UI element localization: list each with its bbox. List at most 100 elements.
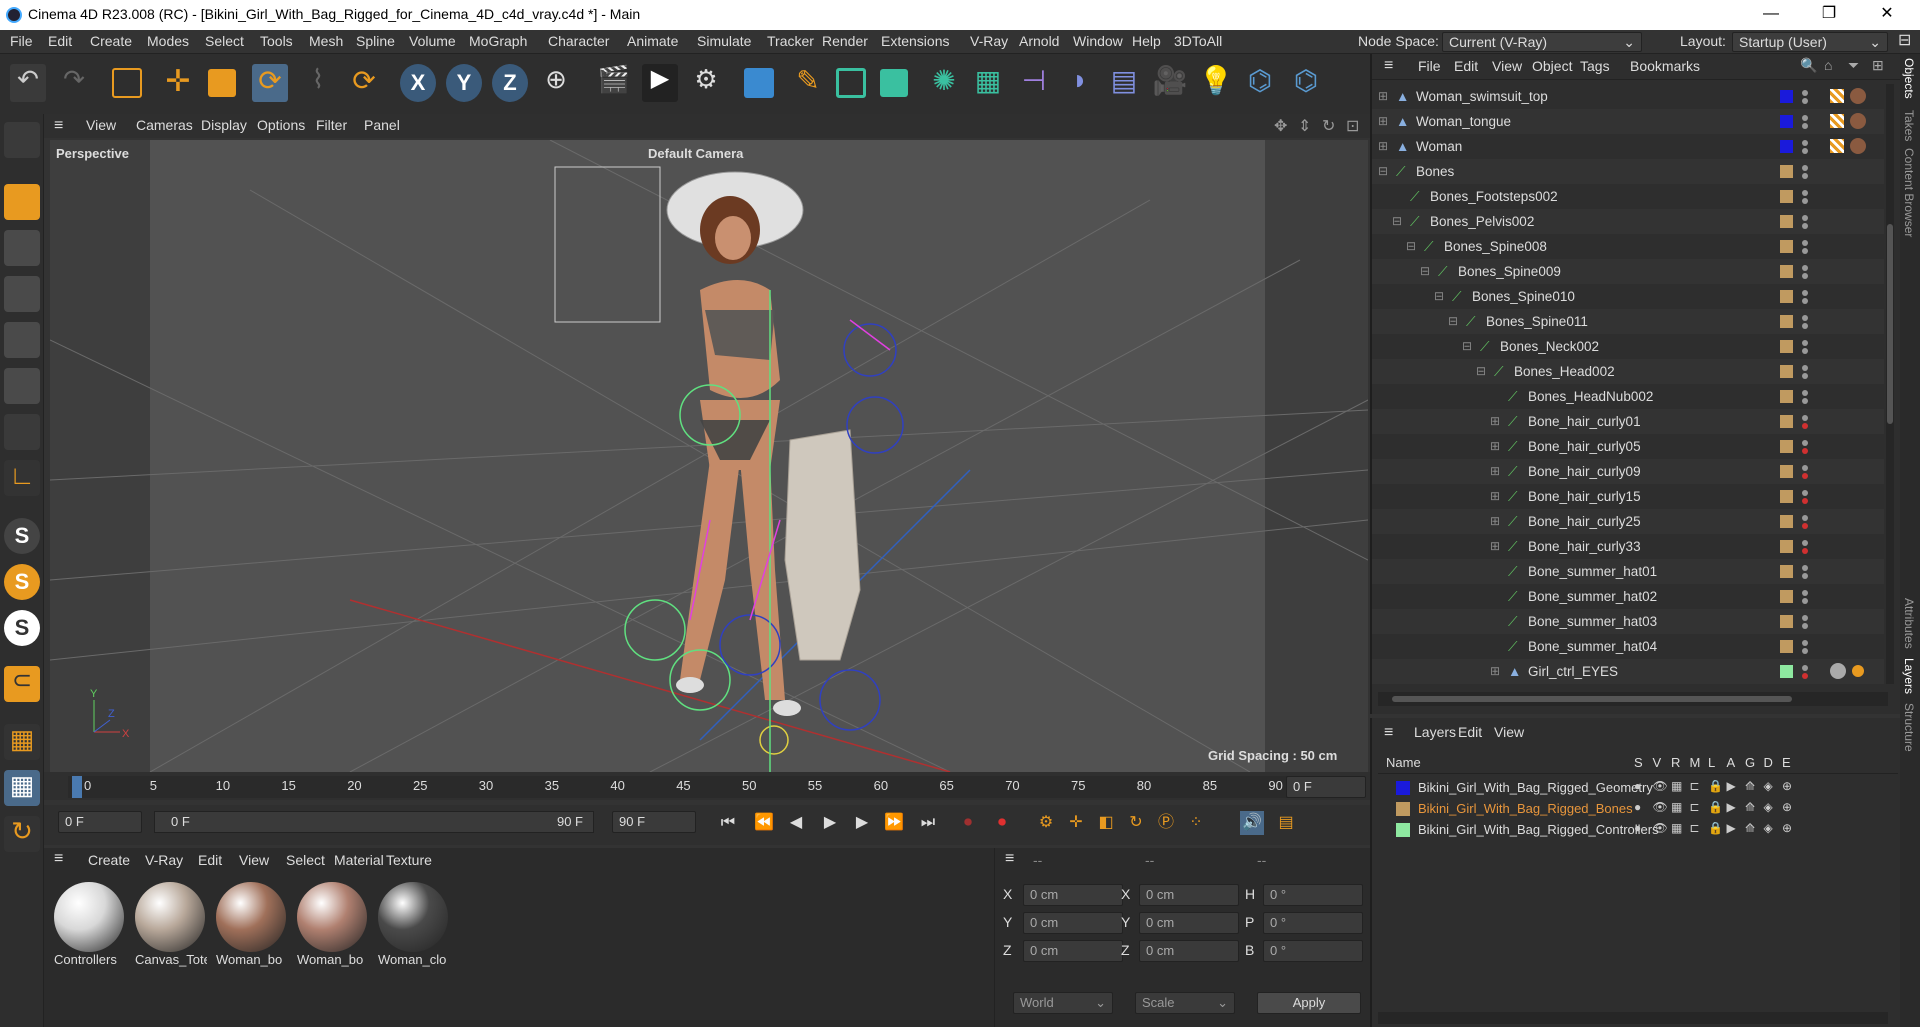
object-row-bone-hair-curly33[interactable]: ⊞ ⟋ Bone_hair_curly33	[1372, 534, 1884, 559]
layer-visible-icon[interactable]: 👁	[1653, 821, 1668, 835]
layer-color-swatch[interactable]	[1780, 290, 1793, 303]
side-tab-structure[interactable]: Structure	[1902, 703, 1916, 752]
layer-color-swatch[interactable]	[1780, 440, 1793, 453]
phong-tag-icon[interactable]	[1830, 114, 1844, 128]
side-tab-objects[interactable]: Objects	[1902, 58, 1916, 99]
scale-mode-dropdown[interactable]: Scale ⌄	[1135, 992, 1235, 1014]
render-visibility-dot[interactable]	[1802, 323, 1808, 329]
object-row-bone-summer-hat01[interactable]: ⟋ Bone_summer_hat01	[1372, 559, 1884, 584]
layer-color-swatch[interactable]	[1780, 390, 1793, 403]
editor-visibility-dot[interactable]	[1802, 240, 1808, 246]
object-row-bones-pelvis002[interactable]: ⊟ ⟋ Bones_Pelvis002	[1372, 209, 1884, 234]
render-visibility-dot[interactable]	[1802, 423, 1808, 429]
editor-visibility-dot[interactable]	[1802, 90, 1808, 96]
apply-button[interactable]: Apply	[1257, 992, 1361, 1014]
render-visibility-dot[interactable]	[1802, 223, 1808, 229]
object-row-bone-hair-curly15[interactable]: ⊞ ⟋ Bone_hair_curly15	[1372, 484, 1884, 509]
pen-spline-icon[interactable]: ✎	[790, 64, 826, 102]
filter-icon[interactable]: ⏷	[1848, 57, 1859, 74]
layer-locked-icon[interactable]: 🔒	[1708, 779, 1723, 793]
hamburger-icon[interactable]: ≡	[1384, 57, 1393, 75]
search-icon[interactable]: 🔍	[1800, 57, 1817, 74]
close-button[interactable]: ✕	[1864, 0, 1910, 30]
polygons-mode-icon[interactable]	[4, 368, 40, 404]
coord-field[interactable]: 0 cm	[1139, 940, 1239, 962]
object-row-bone-hair-curly05[interactable]: ⊞ ⟋ Bone_hair_curly05	[1372, 434, 1884, 459]
editor-visibility-dot[interactable]	[1802, 315, 1808, 321]
layer-color-swatch[interactable]	[1780, 565, 1793, 578]
coord-field[interactable]: 0 cm	[1139, 884, 1239, 906]
next-key-icon[interactable]: ⏩	[882, 811, 906, 835]
hamburger-icon[interactable]: ≡	[54, 117, 63, 135]
render-visibility-dot[interactable]	[1802, 398, 1808, 404]
layer-color-swatch[interactable]	[1780, 465, 1793, 478]
expand-toggle-icon[interactable]: ⊞	[1490, 664, 1500, 678]
coord-field[interactable]: 0 °	[1263, 940, 1363, 962]
material-menu-material[interactable]: Material	[334, 852, 384, 868]
visibility-dots[interactable]	[1802, 388, 1808, 405]
object-row-woman-swimsuit-top[interactable]: ⊞ ▲ Woman_swimsuit_top	[1372, 84, 1884, 109]
home-icon[interactable]: ⌂	[1824, 57, 1832, 73]
viewport-menu-options[interactable]: Options	[257, 117, 305, 133]
layer-expressions-icon[interactable]: ⊕	[1782, 821, 1792, 835]
visibility-dots[interactable]	[1802, 88, 1808, 105]
menu-tools[interactable]: Tools	[260, 33, 293, 49]
side-tab-takes[interactable]: Takes	[1902, 110, 1916, 141]
editor-visibility-dot[interactable]	[1802, 515, 1808, 521]
visibility-dots[interactable]	[1802, 613, 1808, 630]
record-keys-icon[interactable]: ⏺	[956, 811, 980, 835]
minimize-button[interactable]: —	[1748, 0, 1794, 30]
object-menu-bookmarks[interactable]: Bookmarks	[1630, 58, 1700, 74]
render-visibility-dot[interactable]	[1802, 623, 1808, 629]
scale-icon[interactable]	[208, 69, 236, 97]
material-swatch[interactable]: Woman_bo	[216, 882, 288, 974]
coord-field[interactable]: 0 °	[1263, 884, 1363, 906]
object-menu-edit[interactable]: Edit	[1454, 58, 1478, 74]
move-icon[interactable]: ✛	[160, 64, 196, 102]
expand-toggle-icon[interactable]: ⊟	[1378, 164, 1388, 178]
render-visibility-dot[interactable]	[1802, 523, 1808, 529]
visibility-dots[interactable]	[1802, 563, 1808, 580]
side-tab-content-browser[interactable]: Content Browser	[1902, 148, 1916, 237]
undo-icon[interactable]: ↶	[10, 64, 46, 102]
editor-visibility-dot[interactable]	[1802, 190, 1808, 196]
expand-toggle-icon[interactable]: ⊟	[1420, 264, 1430, 278]
coordinate-system-icon[interactable]: ⟳	[346, 64, 382, 102]
layer-color-swatch[interactable]	[1780, 515, 1793, 528]
material-tag-icon[interactable]	[1850, 88, 1866, 104]
layer-color-swatch[interactable]	[1780, 115, 1793, 128]
material-menu-edit[interactable]: Edit	[198, 852, 222, 868]
cloner-icon[interactable]: ✺	[926, 64, 962, 102]
visibility-dots[interactable]	[1802, 588, 1808, 605]
layer-animation-icon[interactable]: ▶	[1727, 800, 1736, 814]
camera-icon[interactable]: 🎥	[1152, 64, 1188, 102]
coord-field[interactable]: 0 °	[1263, 912, 1363, 934]
layer-color-swatch[interactable]	[1780, 265, 1793, 278]
menu-arnold[interactable]: Arnold	[1019, 33, 1059, 49]
pan-icon[interactable]: ✥	[1274, 116, 1287, 136]
layer-color-swatch[interactable]	[1396, 781, 1410, 795]
new-window-icon[interactable]: ⊞	[1872, 57, 1884, 74]
menu-select[interactable]: Select	[205, 33, 244, 49]
previous-key-icon[interactable]: ⏪	[752, 811, 776, 835]
previous-frame-icon[interactable]: ◀	[784, 811, 808, 835]
object-row-bones-footsteps002[interactable]: ⟋ Bones_Footsteps002	[1372, 184, 1884, 209]
render-visibility-dot[interactable]	[1802, 673, 1808, 679]
layer-manager-icon[interactable]: ⊏	[1690, 779, 1700, 793]
layer-visible-icon[interactable]: 👁	[1653, 779, 1668, 793]
layer-manager-icon[interactable]: ⊏	[1690, 821, 1700, 835]
dolly-icon[interactable]: ⇕	[1298, 116, 1311, 136]
render-view-icon[interactable]: 🎬	[596, 64, 632, 102]
object-menu-view[interactable]: View	[1492, 58, 1522, 74]
expand-toggle-icon[interactable]: ⊞	[1490, 414, 1500, 428]
coord-field[interactable]: 0 cm	[1023, 884, 1123, 906]
rotate-snap-icon[interactable]: ↻	[4, 816, 40, 852]
visibility-dots[interactable]	[1802, 463, 1808, 480]
layer-deformers-icon[interactable]: ◈	[1764, 779, 1773, 793]
material-menu-v-ray[interactable]: V-Ray	[145, 852, 183, 868]
material-tag-icon[interactable]	[1830, 663, 1846, 679]
editor-visibility-dot[interactable]	[1802, 665, 1808, 671]
coord-field[interactable]: 0 cm	[1023, 940, 1123, 962]
menu-help[interactable]: Help	[1132, 33, 1161, 49]
object-row-bone-hair-curly01[interactable]: ⊞ ⟋ Bone_hair_curly01	[1372, 409, 1884, 434]
